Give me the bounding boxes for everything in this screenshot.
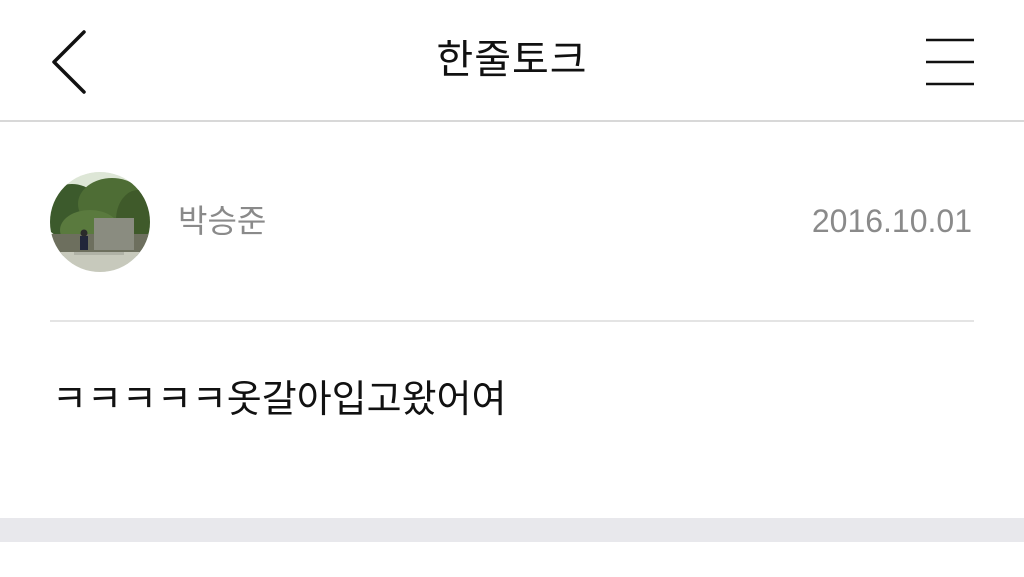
divider <box>50 320 974 322</box>
hamburger-menu-icon <box>912 30 988 96</box>
post-card: 박승준 2016.10.01 ㅋㅋㅋㅋㅋ옷갈아입고왔어여 <box>0 122 1024 518</box>
post-message: ㅋㅋㅋㅋㅋ옷갈아입고왔어여 <box>52 377 507 421</box>
post-date: 2016.10.01 <box>811 203 972 239</box>
section-separator <box>0 518 1024 542</box>
page-title: 한줄토크 <box>436 37 588 83</box>
top-nav-bar: 한줄토크 <box>0 0 1024 122</box>
avatar[interactable] <box>50 172 150 272</box>
next-section <box>0 542 1024 577</box>
author-name[interactable]: 박승준 <box>178 200 266 242</box>
menu-button[interactable] <box>912 30 988 96</box>
